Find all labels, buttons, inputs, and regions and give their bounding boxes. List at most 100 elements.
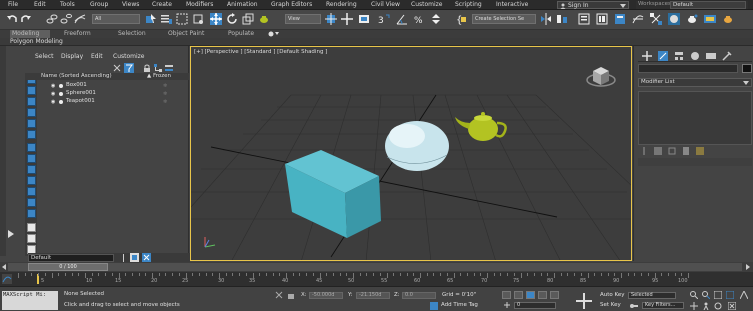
x-coordinate-field[interactable]: -50.000d <box>309 292 343 299</box>
key-icon[interactable] <box>630 302 638 310</box>
layer-lines-icon[interactable] <box>120 254 128 262</box>
scene-object-row[interactable]: ◉ Sphere001 ❄ <box>25 90 189 98</box>
unlink-button[interactable] <box>60 13 72 25</box>
play-button[interactable] <box>526 291 535 299</box>
go-to-end-button[interactable] <box>550 291 559 299</box>
frozen-filter-icon[interactable] <box>27 187 36 196</box>
scene-object-row[interactable]: ◉ Box001 ❄ <box>25 82 189 90</box>
previous-key-button[interactable] <box>514 291 523 299</box>
eye-icon[interactable]: ◉ <box>51 99 55 105</box>
cameras-filter-icon[interactable] <box>27 108 36 117</box>
motion-tab-icon[interactable] <box>690 51 700 61</box>
eye-icon[interactable]: ◉ <box>51 91 55 97</box>
space-warps-filter-icon[interactable] <box>27 130 36 139</box>
zoom-extents-all-icon[interactable] <box>726 291 734 299</box>
rendered-frame-window-button[interactable] <box>704 13 716 25</box>
current-frame-field[interactable]: 0 <box>514 302 556 309</box>
curve-editor-button[interactable] <box>632 13 644 25</box>
walk-through-icon[interactable] <box>702 302 710 310</box>
create-tab-icon[interactable] <box>642 51 652 61</box>
menu-modifiers[interactable]: Modifiers <box>186 1 213 8</box>
select-and-link-button[interactable] <box>46 13 58 25</box>
explorer-menu-select[interactable]: Select <box>35 53 54 60</box>
expand-arrow-icon[interactable] <box>6 229 16 239</box>
display-tab-icon[interactable] <box>706 51 716 61</box>
menu-interactive[interactable]: Interactive <box>496 1 528 8</box>
menu-edit[interactable]: Edit <box>34 1 46 8</box>
explorer-menu-edit[interactable]: Edit <box>91 53 103 60</box>
lock-icon[interactable] <box>143 64 151 72</box>
select-and-rotate-button[interactable] <box>226 13 238 25</box>
layer-explorer-icon[interactable] <box>142 253 151 262</box>
pin-stack-icon[interactable] <box>640 147 648 155</box>
modifier-stack[interactable] <box>638 91 752 145</box>
menu-customize[interactable]: Customize <box>411 1 443 8</box>
set-key-icon[interactable] <box>576 293 592 309</box>
sphere-object[interactable] <box>385 121 449 171</box>
previous-frame-icon[interactable] <box>1 264 7 270</box>
make-unique-icon[interactable] <box>668 147 676 155</box>
tab-object-paint[interactable]: Object Paint <box>168 30 204 38</box>
menu-civil-view[interactable]: Civil View <box>371 1 400 8</box>
tab-populate[interactable]: Populate <box>228 30 254 38</box>
menu-animation[interactable]: Animation <box>227 1 258 8</box>
keyboard-shortcut-override-button[interactable] <box>358 13 370 25</box>
object-name-field[interactable] <box>638 64 738 73</box>
menu-graph-editors[interactable]: Graph Editors <box>271 1 312 8</box>
edit-named-selection-button[interactable]: { <box>455 13 467 26</box>
rectangular-selection-button[interactable] <box>176 13 188 25</box>
show-end-result-icon[interactable] <box>654 147 662 155</box>
freeze-toggle-icon[interactable]: ❄ <box>163 91 167 97</box>
percent-snap-button[interactable]: % <box>414 13 426 26</box>
select-and-place-button[interactable] <box>258 13 270 25</box>
isolate-selection-icon[interactable] <box>275 291 283 299</box>
eye-icon[interactable]: ◉ <box>51 83 55 89</box>
freeze-toggle-icon[interactable]: ❄ <box>163 99 167 105</box>
menu-file[interactable]: File <box>8 1 18 8</box>
selection-filter-dropdown[interactable]: All <box>92 14 140 24</box>
menu-scripting[interactable]: Scripting <box>455 1 482 8</box>
xrefs-filter-icon[interactable] <box>27 154 36 163</box>
maxscript-listener[interactable]: MAXScript Mi: <box>2 291 58 310</box>
track-bar[interactable]: 5 10 15 20 25 30 35 40 45 50 55 60 65 70… <box>0 272 753 286</box>
maximize-viewport-icon[interactable] <box>728 302 736 310</box>
hierarchy-icon[interactable] <box>154 64 162 72</box>
angle-snap-button[interactable] <box>396 13 408 25</box>
redo-button[interactable] <box>20 13 32 25</box>
align-button[interactable] <box>556 13 568 25</box>
configure-modifier-sets-icon[interactable] <box>696 147 704 155</box>
z-coordinate-field[interactable]: 0.0 <box>402 292 436 299</box>
bones-filter-icon[interactable] <box>27 165 36 174</box>
zoom-icon[interactable] <box>690 291 698 299</box>
menu-group[interactable]: Group <box>90 1 108 8</box>
manipulate-button[interactable] <box>341 13 353 25</box>
select-by-name-button[interactable] <box>160 13 172 25</box>
orbit-icon[interactable] <box>714 302 722 310</box>
render-production-button[interactable] <box>722 13 734 25</box>
toggle-scene-explorer-button[interactable] <box>578 13 590 25</box>
selection-lock-icon[interactable] <box>287 291 295 299</box>
explorer-menu-display[interactable]: Display <box>61 53 83 60</box>
spinner-snap-button[interactable] <box>430 13 442 25</box>
freeze-toggle-icon[interactable]: ❄ <box>163 83 167 89</box>
perspective-viewport[interactable]: [+] [Perspective ] [Standard ] [Default … <box>190 46 632 261</box>
toggle-layer-explorer-button[interactable] <box>596 13 608 25</box>
select-and-scale-button[interactable] <box>242 13 254 25</box>
mirror-button[interactable] <box>540 13 552 25</box>
display-all-icon[interactable] <box>27 234 36 243</box>
schematic-view-button[interactable] <box>650 13 662 25</box>
auto-key-button[interactable]: Auto Key <box>600 292 625 298</box>
sign-in-dropdown[interactable]: Sign In <box>557 1 629 9</box>
window-crossing-button[interactable] <box>192 13 204 25</box>
field-of-view-icon[interactable] <box>740 291 748 299</box>
ribbon-options-icon[interactable] <box>268 31 280 37</box>
tab-modeling[interactable]: Modeling <box>10 30 50 38</box>
teapot-object[interactable] <box>455 112 507 141</box>
toggle-ribbon-button[interactable] <box>614 13 626 25</box>
hidden-filter-icon[interactable] <box>27 198 36 207</box>
explorer-menu-customize[interactable]: Customize <box>113 53 145 60</box>
next-key-button[interactable] <box>538 291 547 299</box>
undo-button[interactable] <box>6 13 18 25</box>
time-slider-thumb[interactable]: 0 / 100 <box>28 263 108 271</box>
go-to-start-button[interactable] <box>502 291 511 299</box>
